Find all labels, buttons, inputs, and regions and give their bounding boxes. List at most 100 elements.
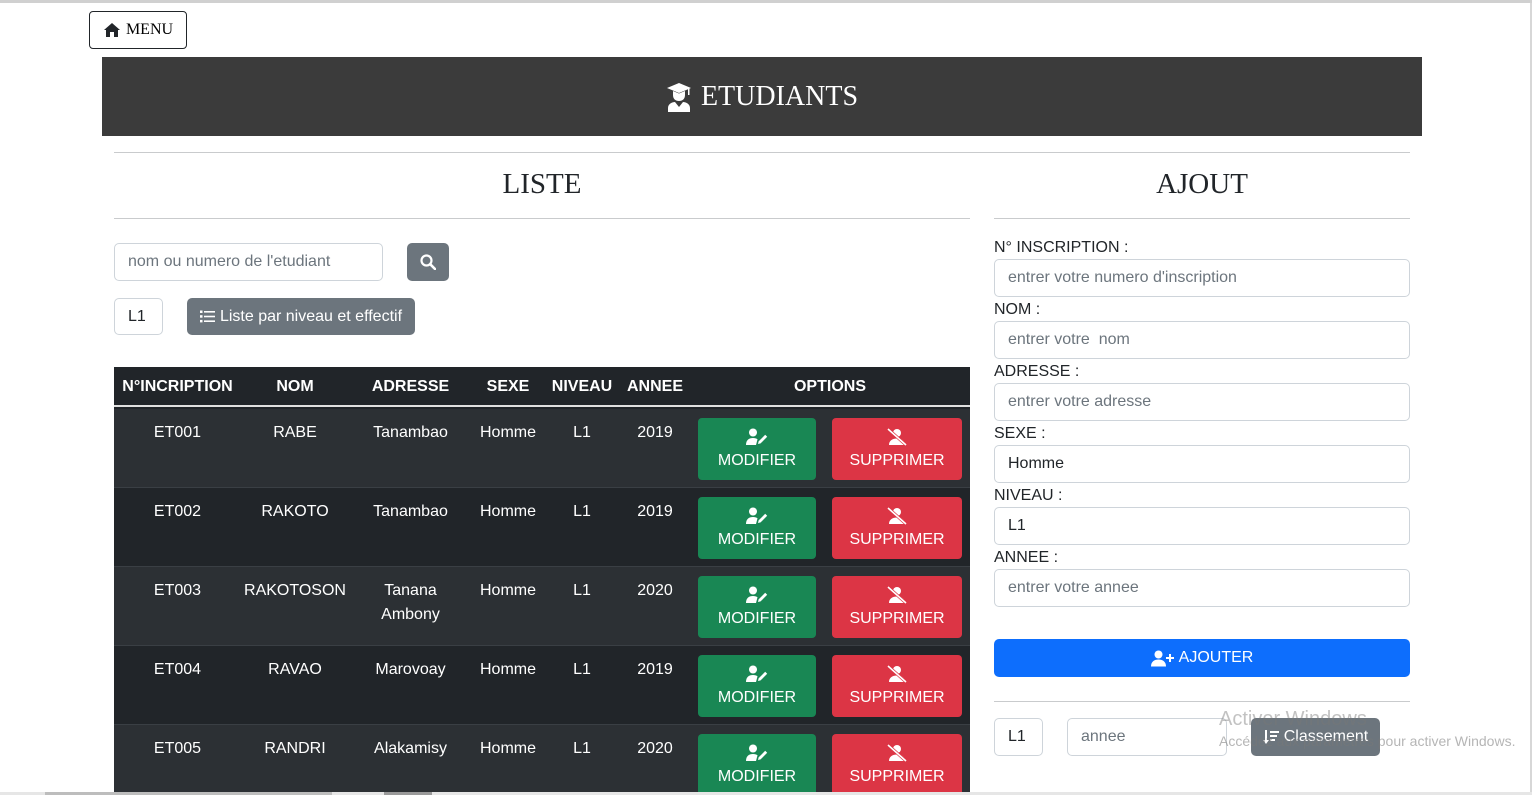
delete-label: SUPPRIMER [849,452,945,469]
user-slash-icon [887,507,907,525]
delete-label: SUPPRIMER [849,610,945,627]
table-row: ET003 RAKOTOSON Tanana Ambony Homme L1 2… [114,567,970,646]
delete-label: SUPPRIMER [849,689,945,706]
divider [994,701,1410,702]
search-button[interactable] [407,243,449,281]
user-edit-icon [746,744,768,761]
delete-button[interactable]: SUPPRIMER [832,576,962,638]
cell-adresse: Tanambao [373,424,448,441]
modify-label: MODIFIER [717,768,797,785]
delete-button[interactable]: SUPPRIMER [832,655,962,717]
cell-nom: RAVAO [268,661,322,678]
table-row: ET005 RANDRI Alakamisy Homme L1 2020 MOD… [114,725,970,795]
table-row: ET001 RABE Tanambao Homme L1 2019 MODIFI… [114,409,970,488]
students-table: N°INCRIPTION NOM ADRESSE SEXE NIVEAU ANN… [114,367,970,795]
modify-label: MODIFIER [717,452,797,469]
sexe-select[interactable]: Homme [994,445,1410,483]
inscription-label: N° INSCRIPTION : [994,239,1129,256]
cell-sexe: Homme [479,503,536,520]
liste-title: LISTE [502,168,582,200]
nom-label: NOM : [994,301,1041,318]
cell-niveau: L1 [573,503,591,520]
column-header-annee: ANNEE [626,378,683,395]
user-edit-icon [746,665,768,682]
search-input[interactable]: nom ou numero de l'etudiant [114,243,383,281]
delete-button[interactable]: SUPPRIMER [832,418,962,480]
modify-button[interactable]: MODIFIER [698,576,816,638]
menu-label: MENU [125,21,174,38]
windows-activation-watermark-title: Activer Windows [1219,708,1367,730]
delete-label: SUPPRIMER [849,768,945,785]
modify-button[interactable]: MODIFIER [698,655,816,717]
windows-activation-watermark-text: Accédez aux paramètres pour activer Wind… [1219,733,1516,749]
column-header-adresse: ADRESSE [371,378,450,395]
cell-adresse: Marovoay [375,661,446,678]
cell-nom: RABE [273,424,317,441]
user-slash-icon [887,744,907,762]
modify-label: MODIFIER [717,610,797,627]
divider [114,152,1410,153]
cell-inscription: ET005 [153,740,202,757]
page-header: ETUDIANTS [102,57,1422,136]
modify-button[interactable]: MODIFIER [698,734,816,795]
cell-inscription: ET003 [153,582,202,599]
ajouter-button[interactable]: AJOUTER [994,639,1410,677]
cell-adresse: Tanambao [373,503,448,520]
cell-adresse: Alakamisy [374,740,447,757]
nom-input[interactable]: entrer votre nom [994,321,1410,359]
delete-button[interactable]: SUPPRIMER [832,734,962,795]
user-slash-icon [887,428,907,446]
annee-label: ANNEE : [994,549,1059,566]
classement-annee-input[interactable]: annee [1067,718,1227,756]
cell-nom: RANDRI [264,740,326,757]
cell-nom: RAKOTOSON [244,582,346,599]
cell-adresse: Tanana Ambony [381,582,440,623]
inscription-input[interactable]: entrer votre numero d'inscription [994,259,1410,297]
niveau-select-ajout[interactable]: L1 [994,507,1410,545]
user-slash-icon [887,665,907,683]
column-header-nom: NOM [276,378,314,395]
modify-button[interactable]: MODIFIER [698,418,816,480]
user-plus-icon [1150,650,1174,666]
sexe-label: SEXE : [994,425,1046,442]
user-edit-icon [746,507,768,524]
annee-input[interactable]: entrer votre annee [994,569,1410,607]
column-header-sexe: SEXE [486,378,530,395]
user-slash-icon [887,586,907,604]
divider [994,218,1410,219]
delete-button[interactable]: SUPPRIMER [832,497,962,559]
cell-sexe: Homme [479,424,536,441]
cell-nom: RAKOTO [261,503,329,520]
classement-niveau-select[interactable]: L1 [994,718,1043,756]
cell-sexe: Homme [479,740,536,757]
list-by-level-button[interactable]: Liste par niveau et effectif [187,298,415,335]
divider [114,218,970,219]
modify-button[interactable]: MODIFIER [698,497,816,559]
cell-annee: 2020 [637,740,673,757]
cell-annee: 2020 [637,582,673,599]
ajouter-label: AJOUTER [1178,649,1254,666]
menu-button[interactable]: MENU [89,11,187,49]
home-icon [103,23,120,37]
ajout-title: AJOUT [1156,168,1248,200]
cell-inscription: ET004 [153,661,202,678]
list-by-level-label: Liste par niveau et effectif [219,307,403,325]
cell-inscription: ET002 [153,503,202,520]
cell-annee: 2019 [637,661,673,678]
modify-label: MODIFIER [717,531,797,548]
user-edit-icon [746,428,768,445]
user-graduate-icon [666,82,691,112]
modify-label: MODIFIER [717,689,797,706]
table-header: N°INCRIPTION NOM ADRESSE SEXE NIVEAU ANN… [114,367,970,407]
niveau-label: NIVEAU : [994,487,1063,504]
adresse-input[interactable]: entrer votre adresse [994,383,1410,421]
table-row: ET004 RAVAO Marovoay Homme L1 2019 MODIF… [114,646,970,725]
list-icon [199,310,215,323]
cell-niveau: L1 [573,424,591,441]
cell-inscription: ET001 [153,424,202,441]
page-title: ETUDIANTS [700,80,859,112]
cell-niveau: L1 [573,740,591,757]
niveau-select[interactable]: L1 [114,298,163,335]
cell-sexe: Homme [479,582,536,599]
column-header-niveau: NIVEAU [551,378,613,395]
